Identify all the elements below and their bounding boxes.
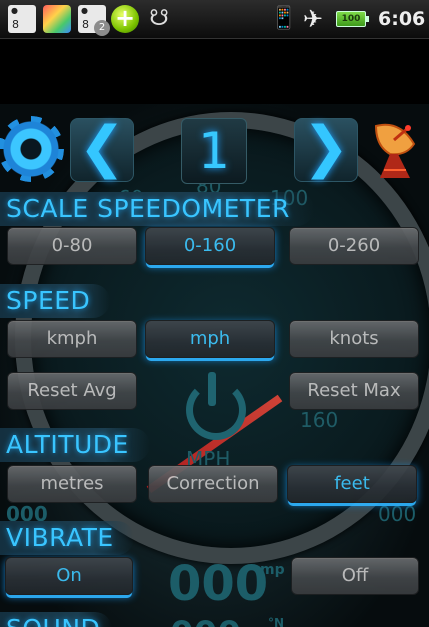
notification-count-badge: 2 <box>94 20 110 36</box>
power-icon <box>186 380 246 440</box>
gauge-tick-160: 160 <box>300 408 339 432</box>
digital-speed-unit: mp <box>260 562 285 578</box>
chevron-right-icon: ❯ <box>302 115 350 180</box>
section-title-altitude: ALTITUDE <box>0 428 150 462</box>
digital-speed-readout: 000 <box>168 556 269 612</box>
clock: 6:06 <box>378 8 426 30</box>
scale-0-160-button[interactable]: 0-160 <box>145 227 275 265</box>
prev-page-button[interactable]: ❮ <box>70 118 134 182</box>
section-title-vibrate: VIBRATE <box>0 521 134 555</box>
odometer-right: 000 <box>378 502 417 526</box>
altitude-feet-button[interactable]: feet <box>287 465 417 503</box>
speed-knots-button[interactable]: knots <box>289 320 419 358</box>
digital-bottom-readout: 000 <box>170 614 241 627</box>
reset-max-button[interactable]: Reset Max <box>289 372 419 410</box>
section-title-sound: SOUND <box>0 612 112 627</box>
altitude-correction-button[interactable]: Correction <box>148 465 278 503</box>
sd-card-badge-icon: ● 8 2 <box>78 5 110 36</box>
airplane-mode-icon: ✈ <box>303 5 324 33</box>
next-page-button[interactable]: ❯ <box>294 118 358 182</box>
vibrate-on-button[interactable]: On <box>5 557 133 595</box>
scale-0-260-button[interactable]: 0-260 <box>289 227 419 265</box>
reset-avg-button[interactable]: Reset Avg <box>7 372 137 410</box>
altitude-metres-button[interactable]: metres <box>7 465 137 503</box>
usb-icon: ☋ <box>149 6 169 31</box>
plus-app-icon: + <box>111 5 139 33</box>
settings-gear-button[interactable] <box>0 118 62 180</box>
satellite-dish-icon[interactable] <box>370 116 420 182</box>
section-title-scale: SCALE SPEEDOMETER <box>0 192 314 226</box>
status-bar: ● 8 ● 8 2 + ☋ 📱 ✈ 100 6:06 <box>0 0 429 39</box>
speed-mph-button[interactable]: mph <box>145 320 275 358</box>
app-screen: 60 80 100 160 MPH 000 000 000 mp 000 °N … <box>0 104 429 627</box>
section-title-speed: SPEED <box>0 284 110 318</box>
vibrate-off-button[interactable]: Off <box>291 557 419 595</box>
vibrate-icon: 📱 <box>270 6 298 31</box>
digital-bottom-unit: °N <box>268 616 285 627</box>
photo-app-icon <box>43 5 71 33</box>
chevron-left-icon: ❮ <box>78 115 126 180</box>
battery-icon: 100 <box>336 11 369 27</box>
scale-0-80-button[interactable]: 0-80 <box>7 227 137 265</box>
sd-card-icon: ● 8 <box>8 5 36 33</box>
page-number-display: 1 <box>181 118 247 184</box>
speed-kmph-button[interactable]: kmph <box>7 320 137 358</box>
